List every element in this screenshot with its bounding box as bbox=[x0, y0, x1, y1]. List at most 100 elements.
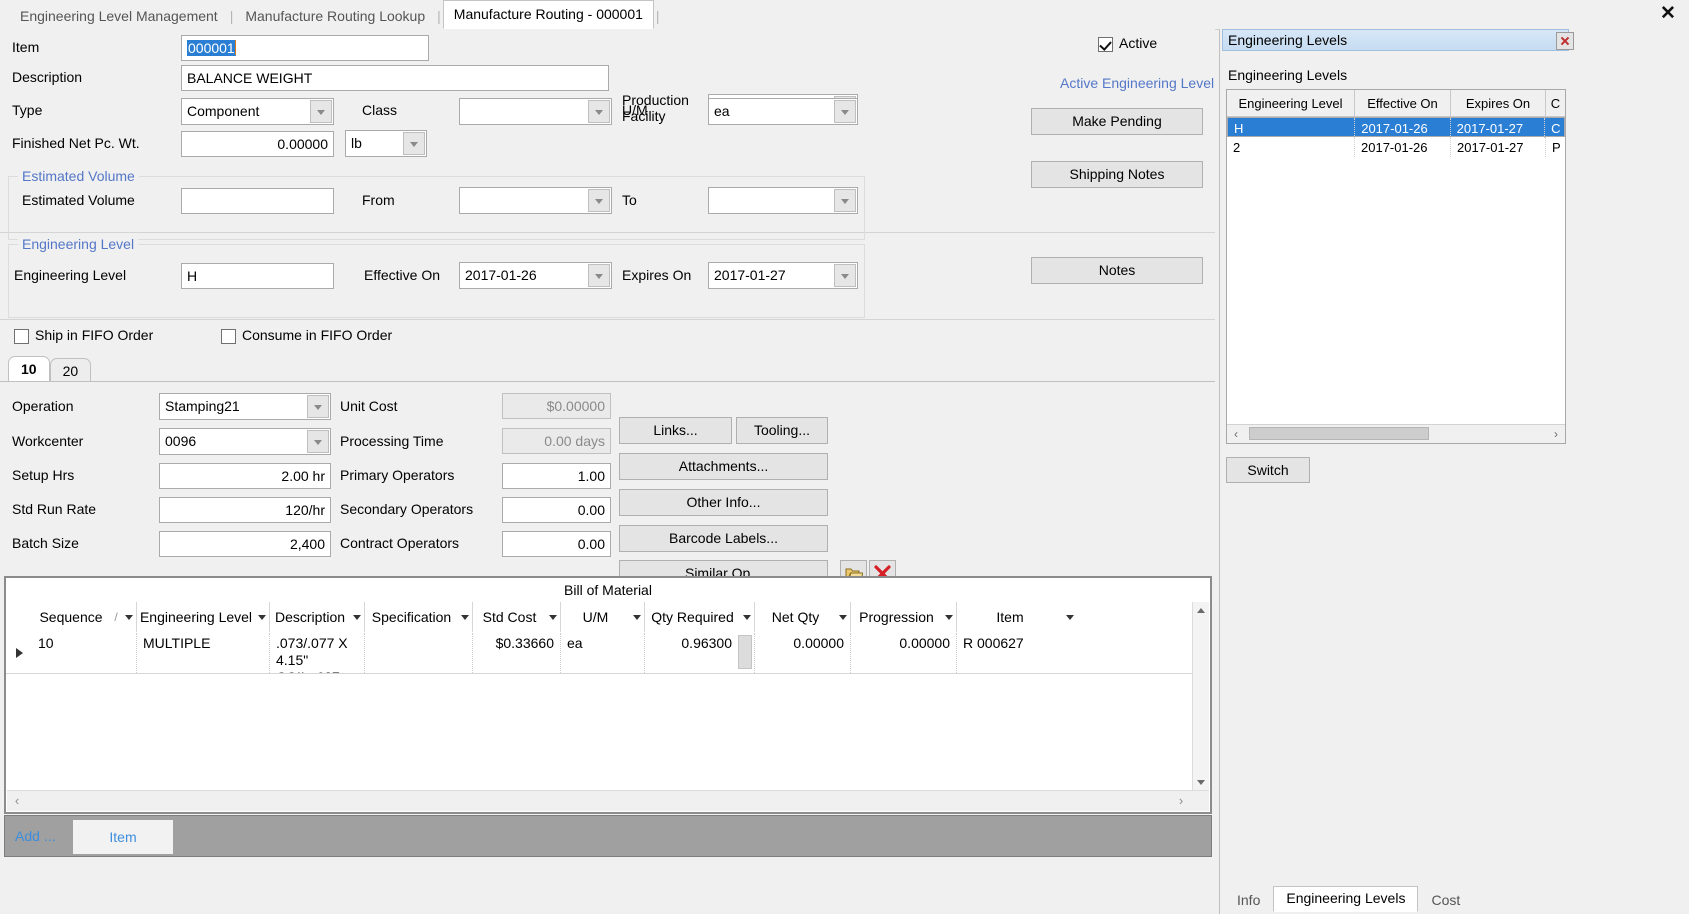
bom-col-net-qty[interactable]: Net Qty bbox=[755, 602, 851, 632]
batch-size-input[interactable]: 2,400 bbox=[159, 531, 331, 557]
chevron-down-icon[interactable] bbox=[310, 100, 332, 123]
links-button[interactable]: Links... bbox=[619, 417, 732, 444]
effective-on-select[interactable]: 2017-01-26 bbox=[459, 262, 612, 289]
bom-vertical-scrollbar[interactable] bbox=[1192, 602, 1209, 790]
chevron-down-icon[interactable] bbox=[307, 430, 329, 453]
chevron-down-icon[interactable] bbox=[834, 264, 856, 287]
chevron-down-icon[interactable] bbox=[588, 264, 610, 287]
contract-operators-input[interactable]: 0.00 bbox=[502, 531, 611, 557]
scroll-right-icon[interactable]: › bbox=[1547, 425, 1565, 442]
estimated-volume-input[interactable] bbox=[181, 188, 334, 214]
bom-col-specification[interactable]: Specification bbox=[365, 602, 473, 632]
scroll-left-icon[interactable]: ‹ bbox=[7, 791, 27, 810]
estimated-volume-to-select[interactable] bbox=[708, 187, 858, 214]
chevron-down-icon[interactable] bbox=[458, 615, 472, 620]
chevron-down-icon[interactable] bbox=[588, 100, 610, 123]
finished-net-pc-wt-uom-select[interactable]: lb bbox=[345, 130, 427, 157]
ship-in-fifo-checkbox[interactable] bbox=[14, 329, 29, 344]
operation-tab-10[interactable]: 10 bbox=[8, 356, 50, 383]
expires-on-select[interactable]: 2017-01-27 bbox=[708, 262, 858, 289]
item-input-value: 000001 bbox=[187, 40, 236, 56]
scroll-up-icon[interactable] bbox=[1193, 602, 1209, 618]
table-row[interactable]: 10 MULTIPLE .073/.077 X 4.15" COIL_627 $… bbox=[6, 633, 1202, 674]
tab-manufacture-routing-000001[interactable]: Manufacture Routing - 000001 bbox=[442, 0, 654, 29]
list-item[interactable]: 2 2017-01-26 2017-01-27 P bbox=[1227, 137, 1565, 157]
chevron-down-icon[interactable] bbox=[836, 615, 850, 620]
active-engineering-level-link[interactable]: Active Engineering Level bbox=[1060, 75, 1214, 91]
tab-manufacture-routing-lookup[interactable]: Manufacture Routing Lookup bbox=[235, 3, 435, 29]
bom-col-description[interactable]: Description bbox=[270, 602, 365, 632]
engineering-levels-horizontal-scrollbar[interactable]: ‹ › bbox=[1227, 424, 1565, 443]
chevron-down-icon[interactable] bbox=[403, 132, 425, 155]
shipping-notes-button[interactable]: Shipping Notes bbox=[1031, 161, 1203, 188]
cell-specification bbox=[365, 633, 473, 673]
chevron-down-icon[interactable] bbox=[1063, 615, 1077, 620]
description-input[interactable]: BALANCE WEIGHT bbox=[181, 65, 609, 91]
el-col-effective-on[interactable]: Effective On bbox=[1355, 90, 1451, 116]
bom-col-std-cost[interactable]: Std Cost bbox=[473, 602, 561, 632]
bom-col-progression[interactable]: Progression bbox=[851, 602, 957, 632]
el-col-engineering-level[interactable]: Engineering Level bbox=[1227, 90, 1355, 116]
chevron-down-icon[interactable] bbox=[942, 615, 956, 620]
secondary-operators-input[interactable]: 0.00 bbox=[502, 497, 611, 523]
primary-operators-input[interactable]: 1.00 bbox=[502, 463, 611, 489]
scrollbar-thumb[interactable] bbox=[1249, 427, 1429, 440]
other-info-button[interactable]: Other Info... bbox=[619, 489, 828, 516]
chevron-down-icon[interactable] bbox=[307, 395, 329, 418]
engineering-level-label: Engineering Level bbox=[14, 267, 127, 283]
chevron-down-icon[interactable] bbox=[740, 615, 754, 620]
list-item[interactable]: H 2017-01-26 2017-01-27 C bbox=[1227, 117, 1565, 138]
engineering-level-input[interactable]: H bbox=[181, 263, 334, 289]
operation-select[interactable]: Stamping21 bbox=[159, 393, 331, 420]
chevron-down-icon[interactable] bbox=[834, 189, 856, 212]
dock-close-icon[interactable] bbox=[1556, 32, 1574, 50]
bom-col-item[interactable]: Item bbox=[957, 602, 1077, 632]
bom-horizontal-scrollbar[interactable]: ‹ › bbox=[7, 790, 1209, 811]
barcode-labels-button[interactable]: Barcode Labels... bbox=[619, 525, 828, 552]
chevron-down-icon[interactable] bbox=[630, 615, 644, 620]
bom-col-qty-required[interactable]: Qty Required bbox=[645, 602, 755, 632]
scroll-left-icon[interactable]: ‹ bbox=[1227, 425, 1245, 442]
chevron-down-icon[interactable] bbox=[546, 615, 560, 620]
close-icon[interactable]: ✕ bbox=[1657, 3, 1679, 25]
chevron-down-icon[interactable] bbox=[255, 615, 269, 620]
chevron-down-icon[interactable] bbox=[834, 100, 856, 123]
uom-select[interactable]: ea bbox=[708, 98, 858, 125]
bom-col-engineering-level[interactable]: Engineering Level bbox=[137, 602, 270, 632]
dock-tab-info[interactable]: Info bbox=[1224, 888, 1273, 912]
scroll-right-icon[interactable]: › bbox=[1171, 791, 1191, 810]
chevron-down-icon[interactable] bbox=[588, 189, 610, 212]
make-pending-button[interactable]: Make Pending bbox=[1031, 108, 1203, 135]
bom-col-sequence[interactable]: Sequence / bbox=[32, 602, 137, 632]
bom-col-net-qty-label: Net Qty bbox=[771, 609, 820, 625]
cell-net-qty: 0.00000 bbox=[755, 633, 851, 673]
chevron-down-icon[interactable] bbox=[122, 615, 136, 620]
bom-col-uom[interactable]: U/M bbox=[561, 602, 645, 632]
add-item-button[interactable]: Item bbox=[73, 820, 173, 854]
setup-hrs-input[interactable]: 2.00 hr bbox=[159, 463, 331, 489]
tab-engineering-level-management[interactable]: Engineering Level Management bbox=[10, 3, 228, 29]
tooling-button[interactable]: Tooling... bbox=[736, 417, 828, 444]
el-col-c[interactable]: C bbox=[1546, 90, 1565, 116]
dock-tab-cost[interactable]: Cost bbox=[1418, 888, 1473, 912]
notes-button[interactable]: Notes bbox=[1031, 257, 1203, 284]
estimated-volume-from-select[interactable] bbox=[459, 187, 612, 214]
finished-net-pc-wt-input[interactable]: 0.00000 bbox=[181, 131, 334, 157]
type-select[interactable]: Component bbox=[181, 98, 334, 125]
scroll-down-icon[interactable] bbox=[1193, 774, 1209, 790]
item-input[interactable]: 000001 bbox=[181, 35, 429, 61]
qty-required-spinner[interactable] bbox=[738, 635, 752, 669]
dock-tab-engineering-levels[interactable]: Engineering Levels bbox=[1273, 886, 1419, 912]
active-checkbox[interactable] bbox=[1098, 37, 1113, 52]
switch-button[interactable]: Switch bbox=[1226, 457, 1310, 483]
class-select[interactable] bbox=[459, 98, 612, 125]
chevron-down-icon[interactable] bbox=[350, 615, 364, 620]
consume-in-fifo-checkbox[interactable] bbox=[221, 329, 236, 344]
add-link[interactable]: Add ... bbox=[15, 828, 55, 844]
attachments-button[interactable]: Attachments... bbox=[619, 453, 828, 480]
operation-tab-20[interactable]: 20 bbox=[49, 358, 92, 383]
workcenter-select[interactable]: 0096 bbox=[159, 428, 331, 455]
el-cell-c: C bbox=[1551, 120, 1561, 136]
std-run-rate-input[interactable]: 120/hr bbox=[159, 497, 331, 523]
el-col-expires-on[interactable]: Expires On bbox=[1451, 90, 1546, 116]
